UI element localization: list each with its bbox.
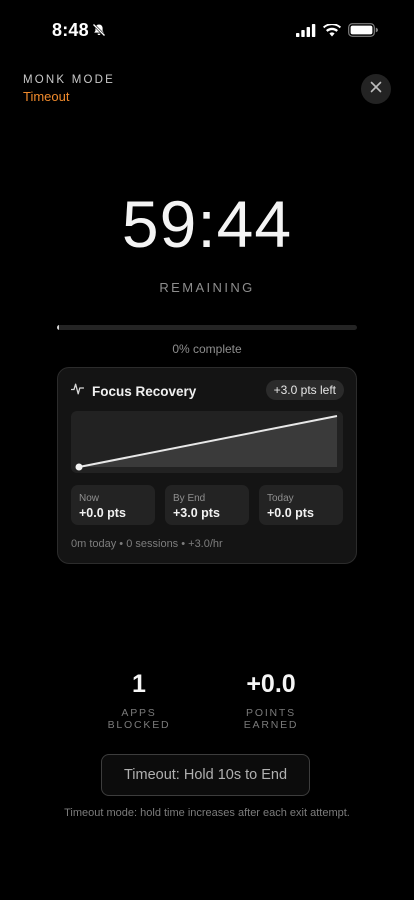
- timeout-footnote: Timeout mode: hold time increases after …: [64, 807, 350, 819]
- signal-icon: [296, 23, 316, 42]
- card-header: Focus Recovery: [70, 382, 197, 400]
- apps-blocked-stat: 1 APPS BLOCKED: [90, 670, 188, 731]
- recovery-chart: [71, 411, 343, 473]
- chart-start-point: [75, 463, 83, 471]
- hold-to-end-button[interactable]: Timeout: Hold 10s to End: [101, 754, 310, 796]
- card-footer: 0m today • 0 sessions • +3.0/hr: [71, 538, 223, 550]
- close-icon: [370, 80, 382, 98]
- focus-recovery-card: Focus Recovery +3.0 pts left Now +0.0 pt…: [57, 367, 357, 564]
- points-earned-value: +0.0: [246, 670, 296, 698]
- points-earned-stat: +0.0 POINTS EARNED: [219, 670, 323, 731]
- stat-label: Now: [79, 493, 100, 504]
- points-left-badge: +3.0 pts left: [265, 380, 344, 400]
- apps-blocked-count: 1: [132, 670, 146, 698]
- progress-fill: [57, 325, 59, 330]
- battery-icon: [348, 23, 378, 42]
- status-bar: 8:48: [0, 0, 414, 60]
- pulse-icon: [70, 382, 85, 400]
- stat-value: +0.0 pts: [267, 506, 314, 520]
- stat-value: +3.0 pts: [173, 506, 220, 520]
- progress-bar: [57, 325, 357, 330]
- status-time: 8:48: [52, 20, 89, 40]
- status-icons: [296, 22, 378, 42]
- stat-label: By End: [173, 493, 206, 504]
- stat-by-end: By End +3.0 pts: [165, 485, 249, 525]
- stat-today: Today +0.0 pts: [259, 485, 343, 525]
- stat-label: Today: [267, 493, 294, 504]
- countdown-timer: 59:44: [121, 187, 293, 261]
- mode-label: MONK MODE: [23, 74, 115, 86]
- card-title: Focus Recovery: [92, 383, 197, 399]
- stat-value: +0.0 pts: [79, 506, 126, 520]
- wifi-icon: [323, 22, 341, 42]
- progress-label: 0% complete: [172, 342, 242, 356]
- stat-now: Now +0.0 pts: [71, 485, 155, 525]
- apps-blocked-label: APPS BLOCKED: [107, 707, 171, 731]
- points-earned-label: POINTS EARNED: [243, 707, 299, 731]
- recovery-chart-svg: [75, 415, 338, 471]
- remaining-label: REMAINING: [159, 280, 255, 295]
- mode-subtitle: Timeout: [23, 89, 70, 104]
- bell-muted-icon: [92, 23, 106, 42]
- close-button[interactable]: [361, 74, 391, 104]
- monk-mode-screen: 8:48 MONK MODE Timeout 59:44 REMAINING 0…: [0, 0, 414, 900]
